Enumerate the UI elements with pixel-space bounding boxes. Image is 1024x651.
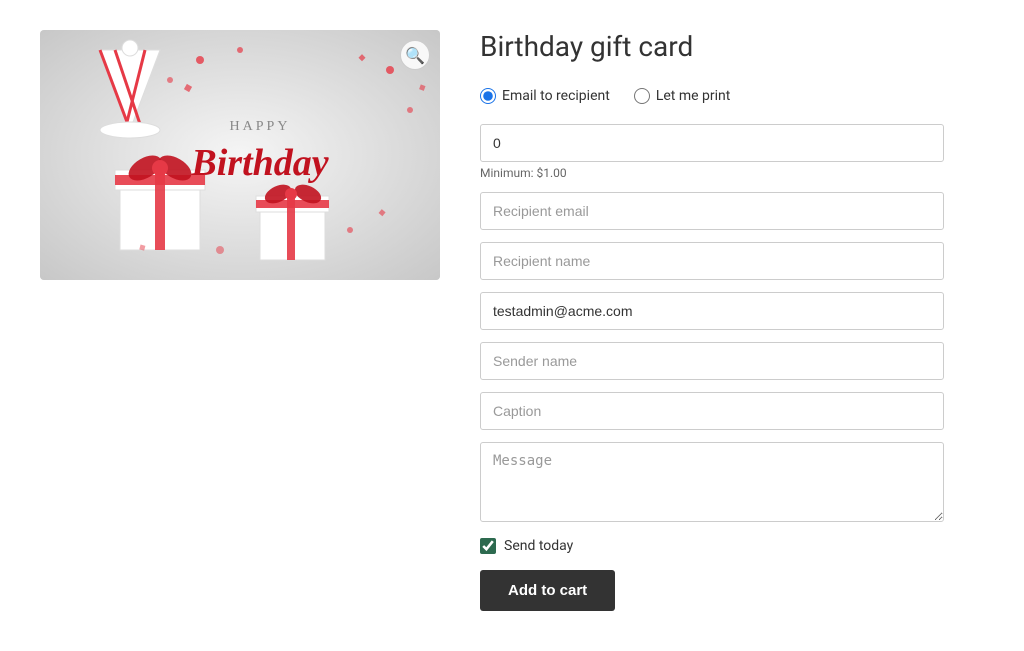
zoom-icon: 🔍 bbox=[405, 46, 425, 65]
right-column: Birthday gift card Email to recipient Le… bbox=[480, 30, 944, 611]
let-me-print-label: Let me print bbox=[656, 88, 731, 104]
let-me-print-radio[interactable] bbox=[634, 88, 650, 104]
svg-text:Birthday: Birthday bbox=[190, 142, 328, 184]
recipient-name-group bbox=[480, 242, 944, 280]
zoom-button[interactable]: 🔍 bbox=[400, 40, 430, 70]
min-label: Minimum: $1.00 bbox=[480, 166, 944, 180]
amount-group: Minimum: $1.00 bbox=[480, 124, 944, 180]
delivery-options: Email to recipient Let me print bbox=[480, 88, 944, 104]
let-me-print-option[interactable]: Let me print bbox=[634, 88, 731, 104]
send-today-label[interactable]: Send today bbox=[504, 538, 573, 554]
product-image-wrapper: HAPPY Birthday 🔍 bbox=[40, 30, 440, 280]
birthday-card-illustration: HAPPY Birthday bbox=[40, 30, 440, 280]
message-group bbox=[480, 442, 944, 526]
recipient-email-input[interactable] bbox=[480, 192, 944, 230]
amount-input[interactable] bbox=[480, 124, 944, 162]
send-today-row: Send today bbox=[480, 538, 944, 554]
message-textarea[interactable] bbox=[480, 442, 944, 522]
sender-email-input[interactable] bbox=[480, 292, 944, 330]
recipient-email-group bbox=[480, 192, 944, 230]
sender-name-group bbox=[480, 342, 944, 380]
sender-email-group bbox=[480, 292, 944, 330]
caption-input[interactable] bbox=[480, 392, 944, 430]
svg-text:HAPPY: HAPPY bbox=[230, 119, 291, 134]
email-recipient-label: Email to recipient bbox=[502, 88, 610, 104]
email-recipient-radio[interactable] bbox=[480, 88, 496, 104]
add-to-cart-button[interactable]: Add to cart bbox=[480, 570, 615, 611]
page-container: HAPPY Birthday 🔍 Birthday gift card Emai… bbox=[0, 0, 1024, 641]
email-recipient-option[interactable]: Email to recipient bbox=[480, 88, 610, 104]
recipient-name-input[interactable] bbox=[480, 242, 944, 280]
sender-name-input[interactable] bbox=[480, 342, 944, 380]
product-title: Birthday gift card bbox=[480, 30, 944, 64]
left-column: HAPPY Birthday 🔍 bbox=[40, 30, 440, 280]
send-today-checkbox[interactable] bbox=[480, 538, 496, 554]
caption-group bbox=[480, 392, 944, 430]
